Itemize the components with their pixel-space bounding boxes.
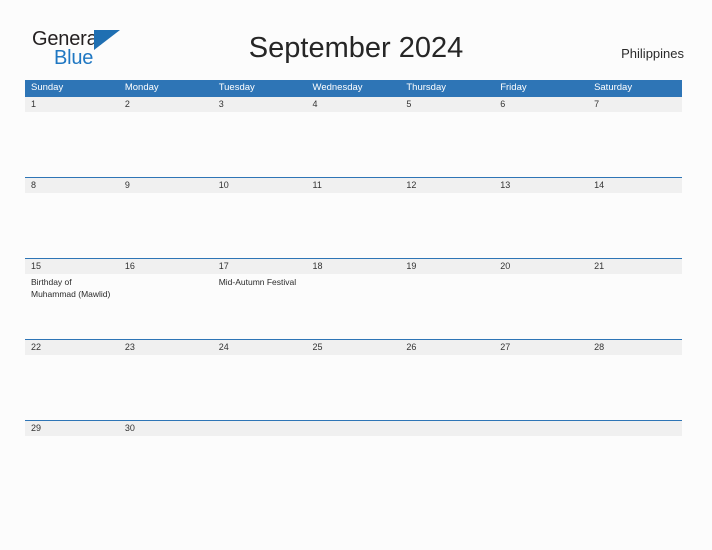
week-date-strip: 1 2 3 4 5 6 7 xyxy=(25,96,682,112)
weekday-header-tuesday: Tuesday xyxy=(218,82,255,93)
week-events-strip xyxy=(25,355,682,421)
date-number[interactable]: 15 xyxy=(25,259,119,274)
day-event-text xyxy=(400,193,494,259)
day-event-text xyxy=(307,112,401,178)
date-number[interactable]: 16 xyxy=(119,259,213,274)
date-number[interactable]: 2 xyxy=(119,97,213,112)
date-number[interactable]: 11 xyxy=(307,178,401,193)
date-number[interactable]: 20 xyxy=(494,259,588,274)
date-number[interactable]: 7 xyxy=(588,97,682,112)
day-event-text xyxy=(119,112,213,178)
date-number[interactable]: 23 xyxy=(119,340,213,355)
date-number[interactable]: 1 xyxy=(25,97,119,112)
weekday-header-monday: Monday xyxy=(124,82,159,93)
date-number[interactable]: 17 xyxy=(213,259,307,274)
date-cell-empty xyxy=(307,421,401,436)
date-number[interactable]: 5 xyxy=(400,97,494,112)
day-event-text xyxy=(25,355,119,421)
day-event-text xyxy=(494,436,588,457)
week-date-strip: 15 16 17 18 19 20 21 xyxy=(25,258,682,274)
region-label: Philippines xyxy=(621,46,684,61)
day-event-text xyxy=(307,436,401,457)
date-number[interactable]: 4 xyxy=(307,97,401,112)
day-event-text xyxy=(494,274,588,340)
day-event-text xyxy=(213,112,307,178)
day-event-text xyxy=(307,355,401,421)
day-event-text xyxy=(213,436,307,457)
date-number[interactable]: 3 xyxy=(213,97,307,112)
date-cell-empty xyxy=(213,421,307,436)
day-event-text xyxy=(400,112,494,178)
day-event-text xyxy=(494,112,588,178)
date-number[interactable]: 26 xyxy=(400,340,494,355)
weekday-header-wednesday: Wednesday xyxy=(312,82,363,93)
day-event-text xyxy=(588,112,682,178)
week-events-strip xyxy=(25,112,682,178)
date-number[interactable]: 27 xyxy=(494,340,588,355)
day-event-text xyxy=(119,355,213,421)
date-number[interactable]: 13 xyxy=(494,178,588,193)
day-event-text xyxy=(25,193,119,259)
day-event-text xyxy=(307,274,401,340)
date-cell-empty xyxy=(588,421,682,436)
calendar-week-row: 1 2 3 4 5 6 7 xyxy=(25,96,682,178)
date-number[interactable]: 25 xyxy=(307,340,401,355)
calendar-week-row: 29 30 xyxy=(25,420,682,457)
date-number[interactable]: 29 xyxy=(25,421,119,436)
page-title: September 2024 xyxy=(248,32,464,64)
day-event-text xyxy=(119,274,213,340)
date-number[interactable]: 22 xyxy=(25,340,119,355)
week-date-strip: 8 9 10 11 12 13 14 xyxy=(25,177,682,193)
day-event-text xyxy=(400,355,494,421)
day-event-text xyxy=(588,274,682,340)
day-event-text xyxy=(307,193,401,259)
date-cell-empty xyxy=(400,421,494,436)
week-events-strip xyxy=(25,436,682,457)
day-event-text xyxy=(400,436,494,457)
date-number[interactable]: 8 xyxy=(25,178,119,193)
date-number[interactable]: 9 xyxy=(119,178,213,193)
date-cell-empty xyxy=(494,421,588,436)
calendar-grid: Sunday Monday Tuesday Wednesday Thursday… xyxy=(25,80,682,457)
calendar-week-row: 22 23 24 25 26 27 28 xyxy=(25,339,682,421)
weekday-header-sunday: Sunday xyxy=(31,82,64,93)
day-event-text: Mid-Autumn Festival xyxy=(218,277,297,287)
date-number[interactable]: 6 xyxy=(494,97,588,112)
day-event-text xyxy=(588,193,682,259)
day-event-text xyxy=(25,112,119,178)
calendar-page: General Blue September 2024 Philippines … xyxy=(0,0,712,550)
date-number[interactable]: 12 xyxy=(400,178,494,193)
date-number[interactable]: 10 xyxy=(213,178,307,193)
day-event-text xyxy=(119,436,213,457)
week-events-strip xyxy=(25,193,682,259)
date-number[interactable]: 30 xyxy=(119,421,213,436)
day-event-text xyxy=(494,355,588,421)
day-event-text xyxy=(588,355,682,421)
date-number[interactable]: 24 xyxy=(213,340,307,355)
weekday-header-saturday: Saturday xyxy=(594,82,633,93)
day-event-text xyxy=(494,193,588,259)
weekday-header-row: Sunday Monday Tuesday Wednesday Thursday… xyxy=(25,80,682,96)
day-event-text xyxy=(213,355,307,421)
week-date-strip: 29 30 xyxy=(25,420,682,436)
day-event-text xyxy=(213,193,307,259)
date-number[interactable]: 28 xyxy=(588,340,682,355)
date-number[interactable]: 14 xyxy=(588,178,682,193)
date-number[interactable]: 18 xyxy=(307,259,401,274)
calendar-week-row: 15 16 17 18 19 20 21 Birthday of Muhamma… xyxy=(25,258,682,340)
date-number[interactable]: 19 xyxy=(400,259,494,274)
weekday-header-friday: Friday xyxy=(500,82,527,93)
day-event-text: Birthday of Muhammad (Mawlid) xyxy=(31,277,111,299)
day-event-text xyxy=(119,193,213,259)
day-event-text xyxy=(25,436,119,457)
day-event-text xyxy=(400,274,494,340)
week-date-strip: 22 23 24 25 26 27 28 xyxy=(25,339,682,355)
day-event-text xyxy=(588,436,682,457)
calendar-week-row: 8 9 10 11 12 13 14 xyxy=(25,177,682,259)
page-header: General Blue September 2024 Philippines xyxy=(0,0,712,80)
date-number[interactable]: 21 xyxy=(588,259,682,274)
weekday-header-thursday: Thursday xyxy=(406,82,446,93)
week-events-strip: Birthday of Muhammad (Mawlid) Mid-Autumn… xyxy=(25,274,682,340)
